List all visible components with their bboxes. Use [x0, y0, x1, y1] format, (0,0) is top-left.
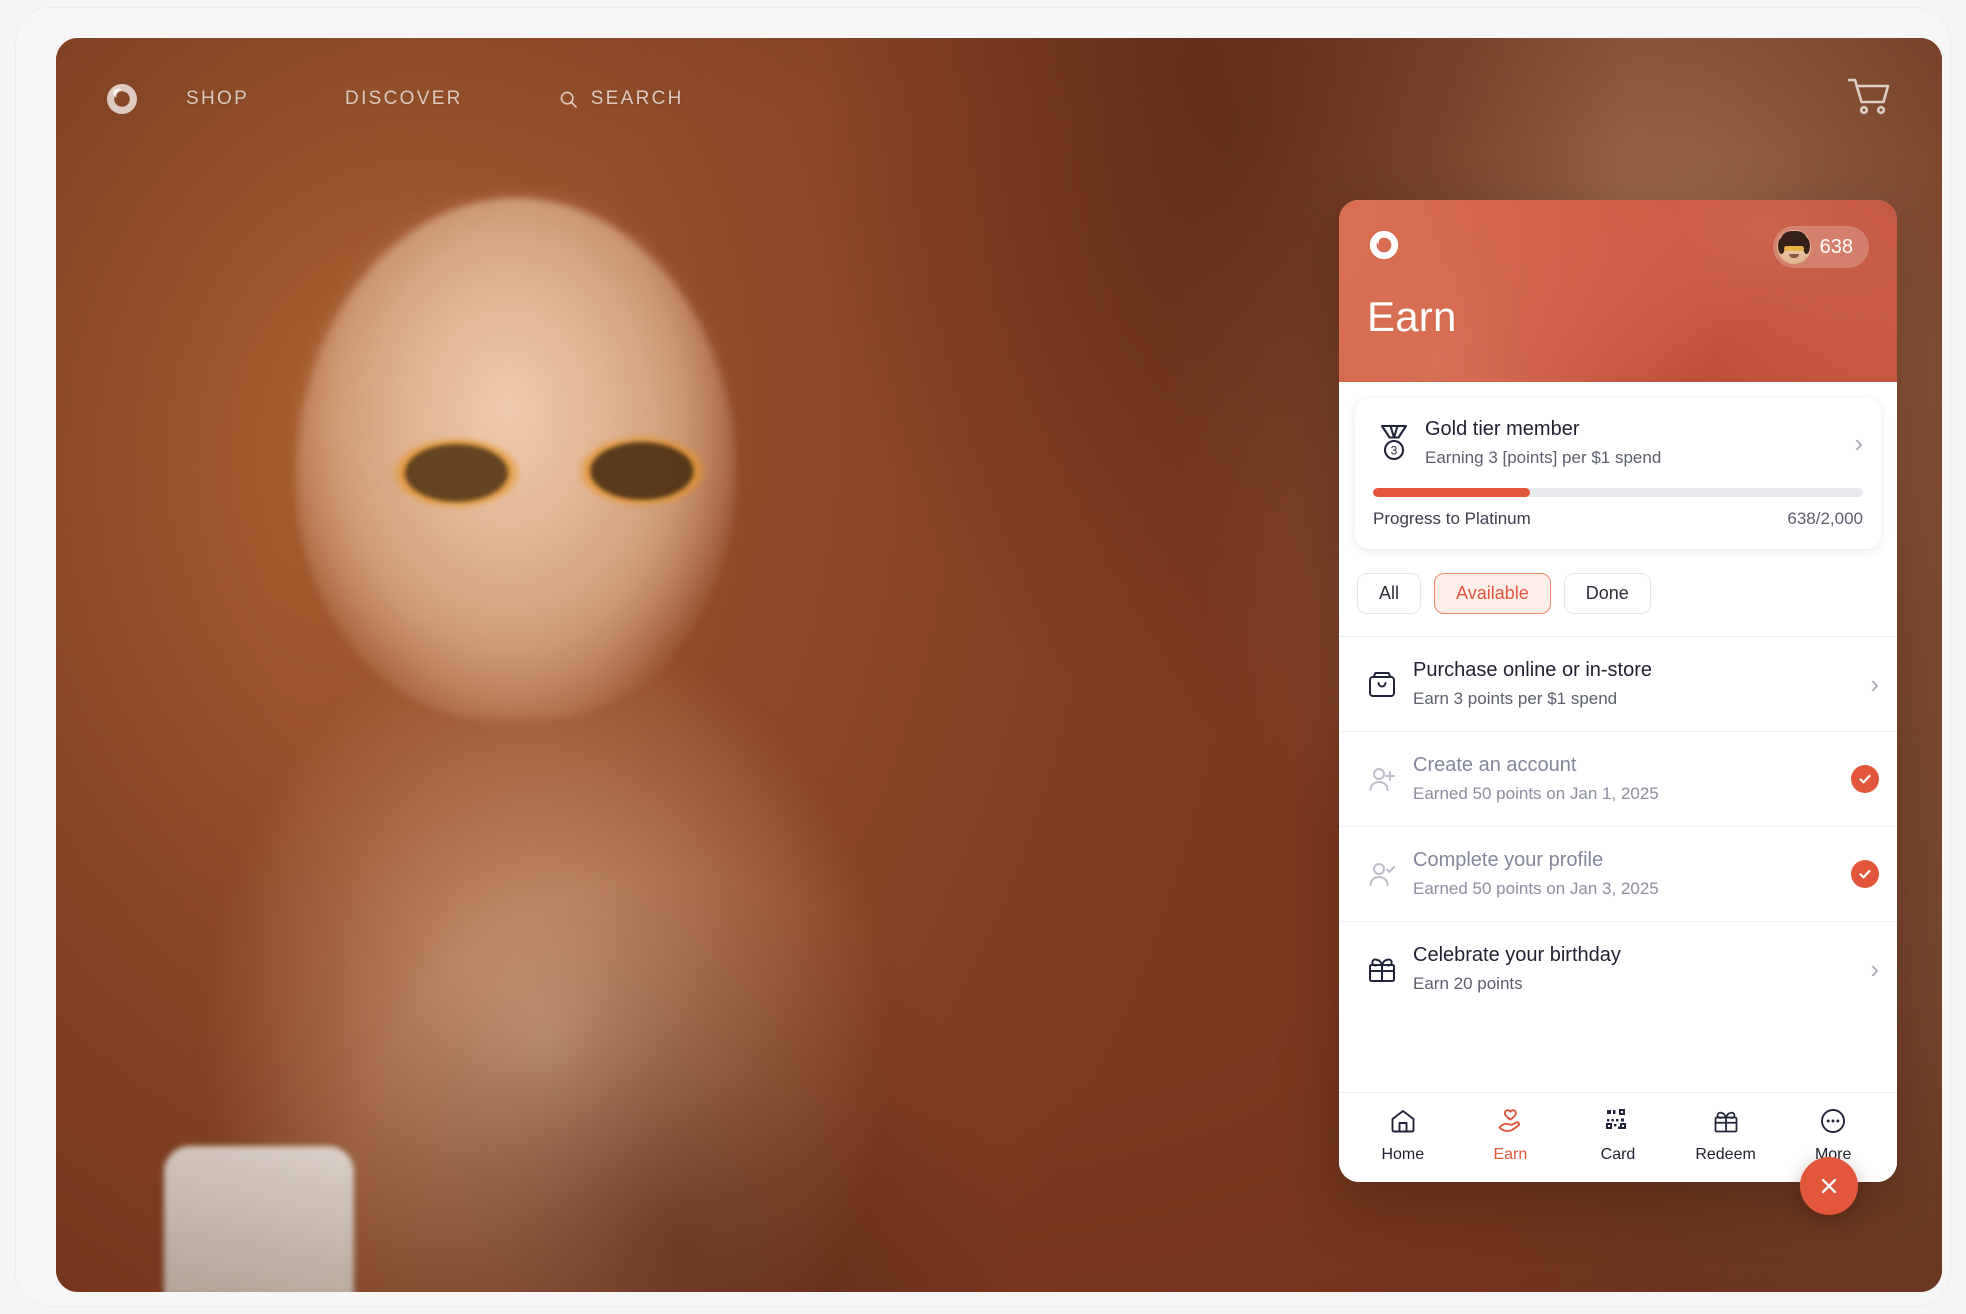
tier-card: 3 Gold tier member Earning 3 [points] pe…	[1355, 398, 1881, 549]
filter-chip-available[interactable]: Available	[1434, 572, 1551, 614]
ellipsis-circle-icon	[1819, 1107, 1847, 1140]
tab-redeem[interactable]: Redeem	[1672, 1107, 1780, 1164]
hand-heart-icon	[1496, 1107, 1524, 1140]
tab-home[interactable]: Home	[1349, 1107, 1457, 1164]
task-subtitle: Earned 50 points on Jan 3, 2025	[1413, 878, 1659, 898]
tab-card[interactable]: Card	[1564, 1107, 1672, 1164]
task-title: Celebrate your birthday	[1413, 943, 1621, 966]
task-subtitle: Earned 50 points on Jan 1, 2025	[1413, 783, 1659, 803]
check-circle-icon	[1851, 764, 1879, 793]
filter-chip-all[interactable]: All	[1357, 572, 1422, 614]
tab-label: Home	[1381, 1146, 1425, 1163]
browser-frame: SHOP DISCOVER SEARCH 638 Earn 3 Gold tie…	[16, 8, 1950, 1306]
tier-subtitle: Earning 3 [points] per $1 spend	[1425, 448, 1662, 467]
tier-progress-labels: Progress to Platinum 638/2,000	[1373, 509, 1863, 529]
tier-progress-track	[1373, 487, 1863, 497]
medal-icon: 3	[1373, 423, 1415, 463]
progress-label: Progress to Platinum	[1373, 508, 1531, 528]
task-texts: Complete your profile Earned 50 points o…	[1407, 847, 1851, 901]
tab-label: Card	[1600, 1146, 1636, 1163]
task-row-create-account[interactable]: Create an account Earned 50 points on Ja…	[1339, 732, 1897, 827]
svg-text:3: 3	[1391, 443, 1398, 457]
brand-swirl-icon	[1367, 228, 1401, 262]
panel-header-top: 638	[1367, 226, 1869, 268]
brand-swirl-icon[interactable]	[104, 81, 140, 117]
site-top-navigation: SHOP DISCOVER SEARCH	[56, 38, 1942, 160]
tab-earn[interactable]: Earn	[1457, 1107, 1565, 1164]
tab-label: Redeem	[1695, 1146, 1756, 1163]
panel-header: 638 Earn	[1339, 200, 1897, 382]
tier-title: Gold tier member	[1425, 418, 1580, 440]
task-subtitle: Earn 3 points per $1 spend	[1413, 688, 1618, 708]
tier-card-row[interactable]: 3 Gold tier member Earning 3 [points] pe…	[1373, 416, 1863, 470]
close-button[interactable]	[1800, 1157, 1858, 1215]
task-row-birthday[interactable]: Celebrate your birthday Earn 20 points ›	[1339, 922, 1897, 1016]
gift-icon	[1712, 1107, 1740, 1140]
earn-task-list: Purchase online or in-store Earn 3 point…	[1339, 637, 1897, 1092]
shopping-cart-icon[interactable]	[1846, 76, 1892, 123]
points-badge[interactable]: 638	[1772, 226, 1869, 268]
tier-progress-fill	[1373, 487, 1530, 497]
filter-chip-group: All Available Done	[1339, 549, 1897, 637]
user-plus-icon	[1357, 763, 1407, 795]
hero-image: SHOP DISCOVER SEARCH 638 Earn 3 Gold tie…	[56, 38, 1942, 1292]
chevron-right-icon[interactable]: ›	[1860, 671, 1879, 697]
shopping-bag-icon	[1357, 668, 1407, 700]
task-title: Create an account	[1413, 753, 1577, 776]
gift-icon	[1357, 953, 1407, 985]
task-texts: Create an account Earned 50 points on Ja…	[1407, 752, 1851, 806]
search-icon	[560, 91, 577, 108]
filter-chip-done[interactable]: Done	[1563, 572, 1651, 614]
qr-code-icon	[1604, 1107, 1632, 1140]
close-x-icon	[1821, 1178, 1837, 1194]
chevron-right-icon[interactable]: ›	[1844, 430, 1863, 456]
nav-link-search-label: SEARCH	[590, 88, 684, 109]
page-title: Earn	[1367, 293, 1457, 340]
avatar	[1776, 230, 1811, 264]
user-check-icon	[1357, 858, 1407, 890]
tab-more[interactable]: More	[1779, 1107, 1887, 1164]
nav-link-discover[interactable]: DISCOVER	[345, 88, 463, 110]
check-circle-icon	[1851, 859, 1879, 888]
nav-links: SHOP DISCOVER SEARCH	[186, 88, 684, 110]
task-title: Complete your profile	[1413, 848, 1604, 871]
task-row-complete-profile[interactable]: Complete your profile Earned 50 points o…	[1339, 827, 1897, 922]
home-icon	[1389, 1107, 1417, 1140]
task-texts: Purchase online or in-store Earn 3 point…	[1407, 657, 1860, 711]
loyalty-panel: 638 Earn 3 Gold tier member Earning 3 [p…	[1339, 200, 1897, 1182]
chevron-right-icon[interactable]: ›	[1860, 956, 1879, 982]
tab-label: Earn	[1493, 1146, 1528, 1163]
task-title: Purchase online or in-store	[1413, 658, 1653, 681]
nav-link-shop[interactable]: SHOP	[186, 88, 249, 110]
progress-count: 638/2,000	[1787, 508, 1863, 528]
panel-body: 3 Gold tier member Earning 3 [points] pe…	[1339, 382, 1897, 1182]
tier-card-texts: Gold tier member Earning 3 [points] per …	[1415, 416, 1844, 470]
task-subtitle: Earn 20 points	[1413, 973, 1523, 993]
points-value: 638	[1819, 235, 1853, 258]
task-row-purchase[interactable]: Purchase online or in-store Earn 3 point…	[1339, 637, 1897, 732]
nav-link-search[interactable]: SEARCH	[559, 88, 684, 110]
task-texts: Celebrate your birthday Earn 20 points	[1407, 942, 1860, 996]
